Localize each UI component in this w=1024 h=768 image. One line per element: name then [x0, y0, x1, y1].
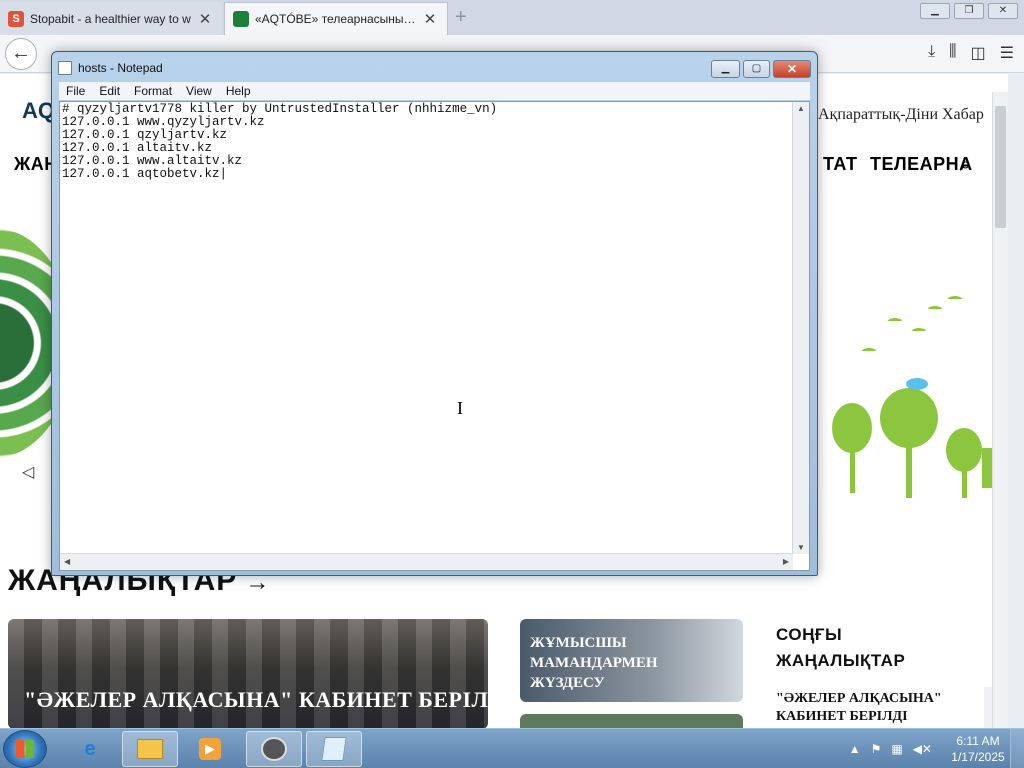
hero-prev-icon[interactable]: ◁: [22, 462, 34, 482]
flag-icon[interactable]: ⚑: [871, 742, 882, 756]
notepad-icon: [58, 61, 72, 75]
latest-news-item[interactable]: "ӘЖЕЛЕР АЛҚАСЫНА" КАБИНЕТ БЕРІЛДІ: [776, 690, 976, 726]
menu-help[interactable]: Help: [219, 82, 258, 100]
notepad-maximize-button[interactable]: ▢: [743, 60, 770, 78]
news-card-caption: "ӘЖЕЛЕР АЛҚАСЫНА" КАБИНЕТ БЕРІЛДІ: [24, 687, 488, 712]
notepad-menubar: File Edit Format View Help: [59, 82, 810, 100]
network-icon[interactable]: ▦: [891, 742, 902, 756]
scroll-right-icon[interactable]: ▶: [783, 557, 789, 566]
tab-title: «AQTÓBE» телеарнасының ре: [255, 12, 421, 26]
notepad-taskbar-icon[interactable]: [306, 731, 362, 767]
browser-restore-button[interactable]: ❐: [954, 3, 984, 19]
text-cursor-icon: I: [457, 398, 463, 418]
news-card-caption: ЖҰМЫСШЫ МАМАНДАРМЕН ЖҮЗДЕСУ: [530, 635, 658, 691]
tab-close-icon[interactable]: ✕: [196, 10, 214, 28]
page-scrollbar[interactable]: [992, 92, 1008, 728]
library-icon[interactable]: ⫼: [949, 43, 956, 63]
tray-icons: ▲ ⚑ ▦ ◀✕: [849, 742, 932, 756]
start-button[interactable]: [3, 730, 47, 768]
scroll-left-icon[interactable]: ◀: [64, 557, 70, 566]
scroll-up-icon[interactable]: ▲: [797, 104, 805, 113]
site-tagline: Ақпараттық-Діни Хабар: [818, 106, 984, 123]
menu-view[interactable]: View: [179, 82, 219, 100]
notepad-horizontal-scrollbar[interactable]: ◀ ▶: [60, 553, 793, 570]
tab-aqtobe[interactable]: «AQTÓBE» телеарнасының ре ✕: [224, 2, 448, 35]
latest-news-heading: СОҢҒЫ ЖАҢАЛЫҚТАР: [776, 625, 906, 670]
system-clock[interactable]: 6:11 AM 1/17/2025: [946, 733, 1010, 765]
show-desktop-button[interactable]: [1010, 729, 1024, 768]
browser-close-button[interactable]: ✕: [988, 3, 1018, 19]
sidebar-icon[interactable]: ◫: [971, 43, 986, 63]
tray-arrow-icon[interactable]: ▲: [849, 742, 861, 756]
browser-minimize-button[interactable]: ▁: [920, 3, 950, 19]
scroll-down-icon[interactable]: ▼: [797, 543, 805, 552]
menu-format[interactable]: Format: [127, 82, 179, 100]
volume-muted-icon[interactable]: ◀✕: [913, 742, 932, 756]
tab-close-icon[interactable]: ✕: [421, 10, 439, 28]
tab-title: Stopabit - a healthier way to w: [30, 11, 191, 26]
windows-taskbar: e ▶ ▲ ⚑ ▦ ◀✕ 6:11 AM 1/17/2025: [0, 728, 1024, 768]
explorer-icon[interactable]: [122, 731, 178, 767]
browser-window-controls: ▁ ❐ ✕: [920, 3, 1018, 19]
notepad-title: hosts - Notepad: [78, 61, 163, 75]
menu-edit[interactable]: Edit: [92, 82, 127, 100]
system-tray: ▲ ⚑ ▦ ◀✕ 6:11 AM 1/17/2025: [849, 729, 1024, 768]
ie-icon[interactable]: e: [62, 731, 118, 767]
menu-file[interactable]: File: [59, 82, 92, 100]
green-trees-graphic: [818, 188, 1008, 508]
search-icon[interactable]: ⌕: [960, 154, 971, 177]
notepad-titlebar[interactable]: hosts - Notepad: [58, 58, 163, 78]
menu-icon[interactable]: ☰: [1000, 43, 1014, 63]
menu-item-channel[interactable]: ТЕЛЕАРНА: [870, 154, 973, 175]
news-card-third[interactable]: [520, 714, 743, 728]
news-card-featured[interactable]: "ӘЖЕЛЕР АЛҚАСЫНА" КАБИНЕТ БЕРІЛДІ: [8, 619, 488, 728]
download-icon[interactable]: ⤓: [928, 43, 935, 63]
raccoon-app-icon[interactable]: [246, 731, 302, 767]
notepad-vertical-scrollbar[interactable]: ▲ ▼: [792, 102, 809, 554]
toolbar-icons: ⤓ ⫼ ◫ ☰: [928, 43, 1024, 63]
clock-time: 6:11 AM: [956, 734, 1000, 748]
news-card-secondary[interactable]: ЖҰМЫСШЫ МАМАНДАРМЕН ЖҮЗДЕСУ: [520, 619, 743, 702]
scrollbar-thumb[interactable]: [995, 106, 1006, 228]
menu-item-tat[interactable]: ТАТ: [823, 154, 857, 175]
notepad-window: hosts - Notepad ▁ ▢ ✕ File Edit Format V…: [51, 51, 818, 576]
hosts-file-content[interactable]: # qyzyljartv1778 killer by UntrustedInst…: [62, 103, 497, 181]
windows-logo-icon: [16, 740, 34, 758]
clock-date: 1/17/2025: [951, 750, 1005, 764]
tab-stopabit[interactable]: S Stopabit - a healthier way to w ✕: [0, 2, 222, 35]
new-tab-button[interactable]: +: [455, 6, 467, 29]
notepad-minimize-button[interactable]: ▁: [711, 60, 740, 78]
notepad-text-area[interactable]: # qyzyljartv1778 killer by UntrustedInst…: [59, 101, 810, 571]
browser-tab-strip: S Stopabit - a healthier way to w ✕ «AQT…: [0, 0, 1024, 35]
back-button[interactable]: ←: [5, 38, 37, 70]
notepad-close-button[interactable]: ✕: [773, 60, 811, 78]
stopabit-favicon-icon: S: [8, 10, 24, 27]
aqtobe-favicon-icon: [233, 11, 249, 27]
media-player-icon[interactable]: ▶: [182, 731, 238, 767]
